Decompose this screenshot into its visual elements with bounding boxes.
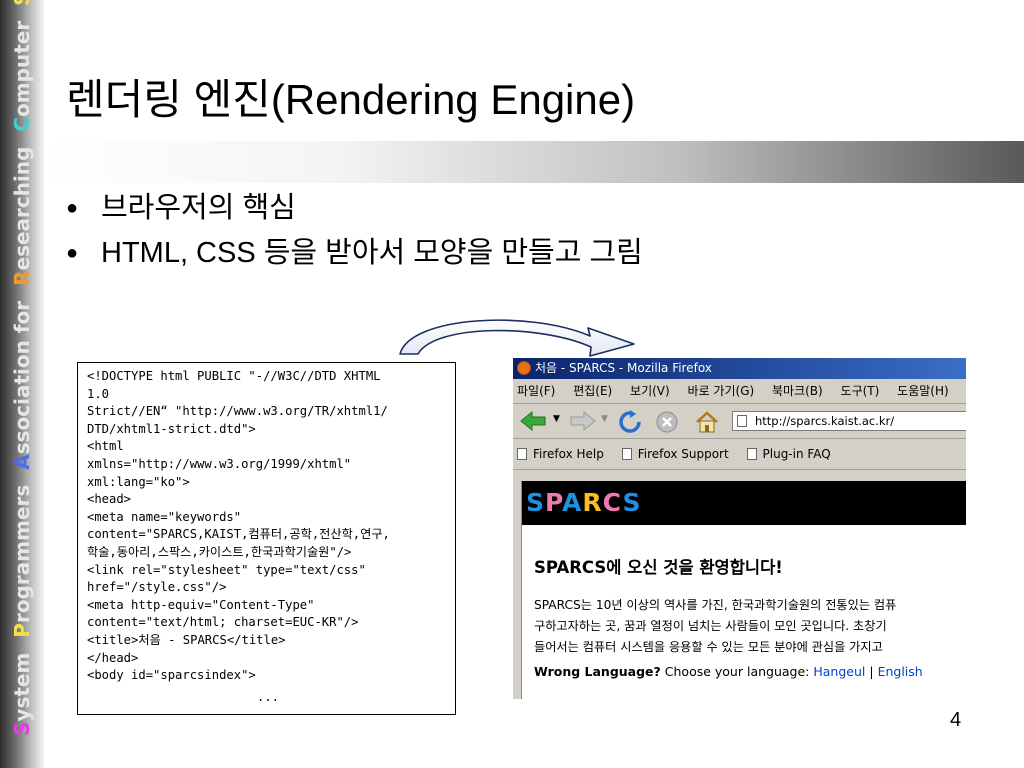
- wrong-language-label: Wrong Language?: [534, 664, 661, 679]
- sparcs-banner: SPARCS: [522, 481, 966, 525]
- bookmark-firefox-help[interactable]: Firefox Help: [517, 447, 604, 461]
- menu-tools[interactable]: 도구(T): [841, 384, 880, 398]
- page-icon: [746, 448, 757, 460]
- slide-title: 렌더링 엔진(Rendering Engine): [66, 76, 636, 123]
- browser-titlebar: 처음 - SPARCS - Mozilla Firefox: [513, 358, 966, 379]
- sparcs-logo: SPARCS: [526, 488, 642, 517]
- page-icon: [517, 448, 527, 460]
- code-line: xml:lang="ko">: [87, 474, 190, 489]
- language-separator: |: [869, 664, 874, 679]
- bookmark-firefox-support[interactable]: Firefox Support: [621, 447, 729, 461]
- stop-icon[interactable]: [655, 410, 679, 434]
- browser-window-title: 처음 - SPARCS - Mozilla Firefox: [535, 361, 712, 375]
- back-arrow-icon[interactable]: [519, 410, 549, 432]
- description-line: 들어서는 컴퓨터 시스템을 응용할 수 있는 모든 분야에 관심을 가지고: [534, 640, 883, 654]
- sidebar-word: Association for: [10, 300, 34, 470]
- html-source-code-box: <!DOCTYPE html PUBLIC "-//W3C//DTD XHTML…: [77, 362, 456, 715]
- description-line: SPARCS는 10년 이상의 역사를 가진, 한국과학기술원의 전통있는 컴퓨: [534, 598, 897, 612]
- code-ellipsis: ...: [256, 689, 279, 704]
- menu-file[interactable]: 파일(F): [517, 384, 555, 398]
- page-icon: [737, 415, 747, 427]
- bookmarks-toolbar: Firefox Help Firefox Support Plug-in FAQ: [513, 439, 966, 470]
- menu-help[interactable]: 도움말(H): [897, 384, 949, 398]
- bullet-list: ● 브라우저의 핵심 ● HTML, CSS 등을 받아서 모양을 만들고 그림: [66, 186, 643, 276]
- sidebar-decoration: System Programmers Association for Resea…: [0, 0, 44, 768]
- home-icon[interactable]: [694, 410, 720, 434]
- code-line: <body id="sparcsindex">: [87, 668, 256, 683]
- code-line: Strict//EN“ "http://www.w3.org/TR/xhtml1…: [87, 404, 388, 419]
- choose-language-prompt: Choose your language:: [664, 664, 810, 679]
- code-line: <html: [87, 439, 124, 454]
- code-line: </head>: [87, 650, 139, 665]
- english-link[interactable]: English: [878, 664, 923, 679]
- browser-menubar: 파일(F) 편집(E) 보기(V) 바로 가기(G) 북마크(B) 도구(T) …: [513, 379, 966, 404]
- code-line: content="SPARCS,KAIST,컴퓨터,공학,전산학,연구,: [87, 527, 390, 542]
- menu-edit[interactable]: 편집(E): [573, 384, 612, 398]
- sidebar-org-name: System Programmers Association for Resea…: [2, 0, 42, 736]
- reload-icon[interactable]: [617, 410, 643, 434]
- code-line: 1.0: [87, 386, 110, 401]
- code-line: <meta http-equiv="Content-Type": [87, 597, 315, 612]
- url-text: http://sparcs.kaist.ac.kr/: [755, 414, 895, 428]
- welcome-heading: SPARCS에 오신 것을 환영합니다!: [534, 558, 783, 577]
- code-line: content="text/html; charset=EUC-KR"/>: [87, 615, 359, 630]
- url-input[interactable]: http://sparcs.kaist.ac.kr/: [732, 411, 966, 431]
- forward-arrow-icon[interactable]: [567, 410, 597, 432]
- browser-page-content: SPARCS SPARCS에 오신 것을 환영합니다! SPARCS는 10년 …: [521, 481, 966, 699]
- menu-bookmarks[interactable]: 북마크(B): [772, 384, 823, 398]
- menu-go[interactable]: 바로 가기(G): [688, 384, 755, 398]
- hangeul-link[interactable]: Hangeul: [813, 664, 865, 679]
- sidebar-word: Systems: [10, 0, 34, 6]
- description-line: 구하고자하는 곳, 꿈과 열정이 넘치는 사람들이 모인 곳입니다. 초창기: [534, 619, 887, 633]
- forward-dropdown-icon[interactable]: ▼: [601, 414, 608, 424]
- browser-navigation-toolbar: ▼ ▼ http://sparcs.kaist.ac.kr/: [513, 404, 966, 439]
- code-line: href="/style.css"/>: [87, 580, 227, 595]
- bullet-item: ● 브라우저의 핵심: [66, 186, 643, 231]
- code-line: <head>: [87, 492, 132, 507]
- curved-arrow-icon: [399, 319, 635, 357]
- code-line: <!DOCTYPE html PUBLIC "-//W3C//DTD XHTML: [87, 369, 381, 383]
- browser-screenshot: 처음 - SPARCS - Mozilla Firefox 파일(F) 편집(E…: [513, 358, 966, 699]
- description-paragraph: SPARCS는 10년 이상의 역사를 가진, 한국과학기술원의 전통있는 컴퓨…: [534, 595, 896, 658]
- language-selector: Wrong Language? Choose your language: Ha…: [534, 664, 923, 679]
- bookmark-plugin-faq[interactable]: Plug-in FAQ: [746, 447, 831, 461]
- code-line: 학술,동아리,스팍스,카이스트,한국과학기술원"/>: [87, 544, 352, 559]
- bullet-icon: ●: [66, 197, 79, 219]
- sidebar-word: Programmers: [10, 484, 34, 638]
- sidebar-word: System: [10, 652, 34, 736]
- firefox-logo-icon: [517, 361, 531, 375]
- slide-page-number: 4: [950, 709, 962, 731]
- code-line: <meta name="keywords": [87, 509, 242, 524]
- sidebar-word: Computer: [10, 20, 34, 132]
- title-underline-bar: [44, 141, 1024, 183]
- menu-view[interactable]: 보기(V): [630, 384, 670, 398]
- code-line: <link rel="stylesheet" type="text/css": [87, 562, 366, 577]
- sidebar-word: Researching: [10, 146, 34, 286]
- code-line: xmlns="http://www.w3.org/1999/xhtml": [87, 456, 352, 471]
- page-icon: [621, 448, 632, 460]
- code-line: <title>처음 - SPARCS</title>: [87, 632, 286, 647]
- back-dropdown-icon[interactable]: ▼: [553, 414, 560, 424]
- code-line: DTD/xhtml1-strict.dtd">: [87, 421, 256, 436]
- bullet-icon: ●: [66, 242, 79, 264]
- bullet-item: ● HTML, CSS 등을 받아서 모양을 만들고 그림: [66, 231, 643, 276]
